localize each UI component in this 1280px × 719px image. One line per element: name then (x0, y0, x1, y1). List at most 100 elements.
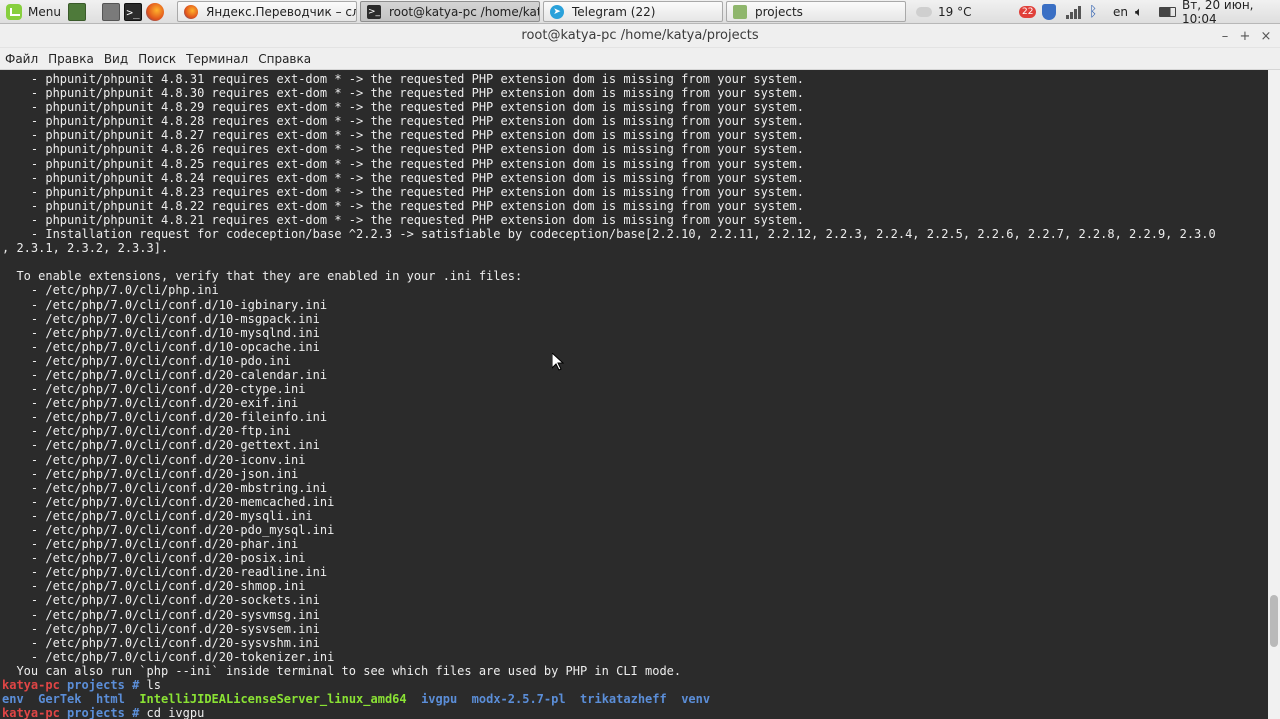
terminal-line: - /etc/php/7.0/cli/conf.d/10-pdo.ini (2, 353, 291, 368)
terminal-output[interactable]: - phpunit/phpunit 4.8.31 requires ext-do… (0, 70, 1268, 719)
terminal-line: - /etc/php/7.0/cli/conf.d/20-mysqli.ini (2, 508, 313, 523)
prompt-dir: projects (67, 706, 125, 719)
menu-button[interactable]: Menu (2, 0, 64, 24)
notification-applet[interactable]: 22 (1019, 0, 1037, 24)
terminal-line: - /etc/php/7.0/cli/conf.d/10-igbinary.in… (2, 297, 328, 312)
terminal-scrollbar[interactable] (1268, 70, 1280, 719)
desktop-icon (68, 3, 86, 21)
task-label: projects (755, 4, 803, 19)
terminal-line: - /etc/php/7.0/cli/conf.d/20-tokenizer.i… (2, 649, 335, 664)
ls-entry: trikatazheff (580, 692, 667, 707)
files-launcher[interactable] (102, 0, 120, 24)
terminal-line: - /etc/php/7.0/cli/conf.d/20-ftp.ini (2, 424, 291, 439)
terminal-line: - phpunit/phpunit 4.8.25 requires ext-do… (2, 156, 804, 171)
terminal-icon: >_ (367, 4, 381, 19)
mouse-pointer-icon (552, 353, 564, 371)
notification-badge: 22 (1019, 6, 1037, 18)
folder-icon (733, 4, 747, 19)
terminal-line: You can also run `php --ini` inside term… (2, 663, 682, 678)
menu-search[interactable]: Поиск (138, 52, 176, 66)
terminal-line: - /etc/php/7.0/cli/conf.d/20-ctype.ini (2, 382, 306, 397)
terminal-line: - /etc/php/7.0/cli/conf.d/20-sysvsem.ini (2, 621, 320, 636)
telegram-icon: ➤ (550, 4, 564, 19)
firefox-icon (184, 4, 198, 19)
terminal-line: - phpunit/phpunit 4.8.31 requires ext-do… (2, 72, 804, 86)
terminal-line: , 2.3.1, 2.3.2, 2.3.3]. (2, 241, 169, 256)
ls-entry: venv (681, 692, 711, 707)
terminal-line: - phpunit/phpunit 4.8.26 requires ext-do… (2, 142, 804, 157)
terminal-line: - /etc/php/7.0/cli/conf.d/20-iconv.ini (2, 452, 306, 467)
menu-edit[interactable]: Правка (48, 52, 94, 66)
weather-cloud-icon (916, 7, 932, 17)
task-projects[interactable]: projects (726, 1, 906, 22)
weather-applet[interactable]: 19 °C (916, 0, 971, 24)
task-label: root@katya-pc /home/kat… (389, 4, 540, 19)
keyboard-layout-indicator[interactable]: en (1113, 0, 1128, 24)
bluetooth-icon[interactable]: ᛒ (1089, 0, 1097, 24)
ls-entry: ivgpu (421, 692, 458, 707)
battery-icon[interactable] (1159, 0, 1176, 24)
prompt-command: cd ivgpu (146, 706, 205, 719)
menu-help[interactable]: Справка (258, 52, 311, 66)
terminal-line: - phpunit/phpunit 4.8.21 requires ext-do… (2, 212, 804, 227)
maximize-button[interactable]: + (1236, 27, 1254, 45)
task-telegram[interactable]: ➤ Telegram (22) (543, 1, 723, 22)
prompt-command: ls (146, 678, 161, 693)
security-shield-icon[interactable] (1042, 0, 1056, 24)
terminal-launcher[interactable]: >_ (124, 0, 142, 24)
terminal-line: - /etc/php/7.0/cli/conf.d/10-mysqlnd.ini (2, 325, 320, 340)
prompt-symbol: # (132, 678, 140, 693)
terminal-line: - /etc/php/7.0/cli/conf.d/20-posix.ini (2, 551, 306, 566)
window-menubar: Файл Правка Вид Поиск Терминал Справка (0, 48, 1280, 70)
terminal-line: - phpunit/phpunit 4.8.22 requires ext-do… (2, 198, 804, 213)
terminal-line: - /etc/php/7.0/cli/conf.d/20-phar.ini (2, 537, 299, 552)
prompt-host: katya-pc (2, 678, 60, 693)
menu-view[interactable]: Вид (104, 52, 128, 66)
terminal-line: - phpunit/phpunit 4.8.28 requires ext-do… (2, 114, 804, 129)
terminal-line: - Installation request for codeception/b… (2, 227, 1216, 242)
terminal-line: - /etc/php/7.0/cli/conf.d/20-calendar.in… (2, 367, 328, 382)
terminal-line: - /etc/php/7.0/cli/conf.d/20-json.ini (2, 466, 299, 481)
close-button[interactable]: × (1257, 27, 1275, 45)
terminal-line: - /etc/php/7.0/cli/conf.d/20-shmop.ini (2, 579, 306, 594)
terminal-lines: - phpunit/phpunit 4.8.31 requires ext-do… (2, 72, 1216, 719)
scrollbar-thumb[interactable] (1270, 595, 1278, 648)
terminal-line: - phpunit/phpunit 4.8.23 requires ext-do… (2, 184, 804, 199)
menu-file[interactable]: Файл (5, 52, 38, 66)
window-titlebar[interactable]: root@katya-pc /home/katya/projects – + × (0, 24, 1280, 48)
network-signal-icon[interactable] (1066, 0, 1081, 24)
prompt-line: katya-pc projects # cd ivgpu (2, 706, 1216, 719)
window-title: root@katya-pc /home/katya/projects (521, 28, 759, 43)
volume-icon[interactable]: 🔈︎ (1135, 0, 1143, 24)
clock-label: Вт, 20 июн, 10:04 (1182, 0, 1254, 26)
ls-entry: modx-2.5.7-pl (471, 692, 566, 707)
terminal-line: - /etc/php/7.0/cli/conf.d/10-opcache.ini (2, 339, 320, 354)
clock[interactable]: Вт, 20 июн, 10:04 (1182, 0, 1280, 26)
weather-temperature: 19 °C (938, 5, 972, 19)
show-desktop-launcher[interactable] (68, 0, 86, 24)
task-terminal[interactable]: >_ root@katya-pc /home/kat… (360, 1, 540, 22)
prompt-symbol: # (132, 706, 140, 719)
ls-entry: IntelliJIDEALicenseServer_linux_amd64 (139, 692, 407, 707)
terminal-line: - phpunit/phpunit 4.8.24 requires ext-do… (2, 170, 804, 185)
keyboard-layout-label: en (1113, 5, 1128, 19)
prompt-host: katya-pc (2, 706, 60, 719)
ls-output-line: env GerTek html IntelliJIDEALicenseServe… (2, 692, 1216, 706)
mint-logo-icon (6, 4, 22, 20)
menu-terminal[interactable]: Терминал (186, 52, 248, 66)
terminal-line: - /etc/php/7.0/cli/conf.d/20-memcached.i… (2, 494, 335, 509)
minimize-button[interactable]: – (1216, 27, 1234, 45)
terminal-line: To enable extensions, verify that they a… (2, 269, 523, 284)
terminal-line: - /etc/php/7.0/cli/conf.d/20-gettext.ini (2, 438, 320, 453)
terminal-line: - /etc/php/7.0/cli/conf.d/20-sysvshm.ini (2, 635, 320, 650)
firefox-launcher[interactable] (146, 0, 164, 24)
top-panel: Menu >_ Яндекс.Переводчик – сл… >_ root@… (0, 0, 1280, 26)
terminal-line: - /etc/php/7.0/cli/conf.d/20-sockets.ini (2, 593, 320, 608)
task-label: Telegram (22) (572, 4, 656, 19)
terminal-line: - /etc/php/7.0/cli/conf.d/20-pdo_mysql.i… (2, 523, 335, 537)
terminal-line: - /etc/php/7.0/cli/php.ini (2, 283, 219, 298)
task-translator[interactable]: Яндекс.Переводчик – сл… (177, 1, 357, 22)
terminal-line: - /etc/php/7.0/cli/conf.d/10-msgpack.ini (2, 311, 320, 326)
prompt-dir: projects (67, 678, 125, 693)
